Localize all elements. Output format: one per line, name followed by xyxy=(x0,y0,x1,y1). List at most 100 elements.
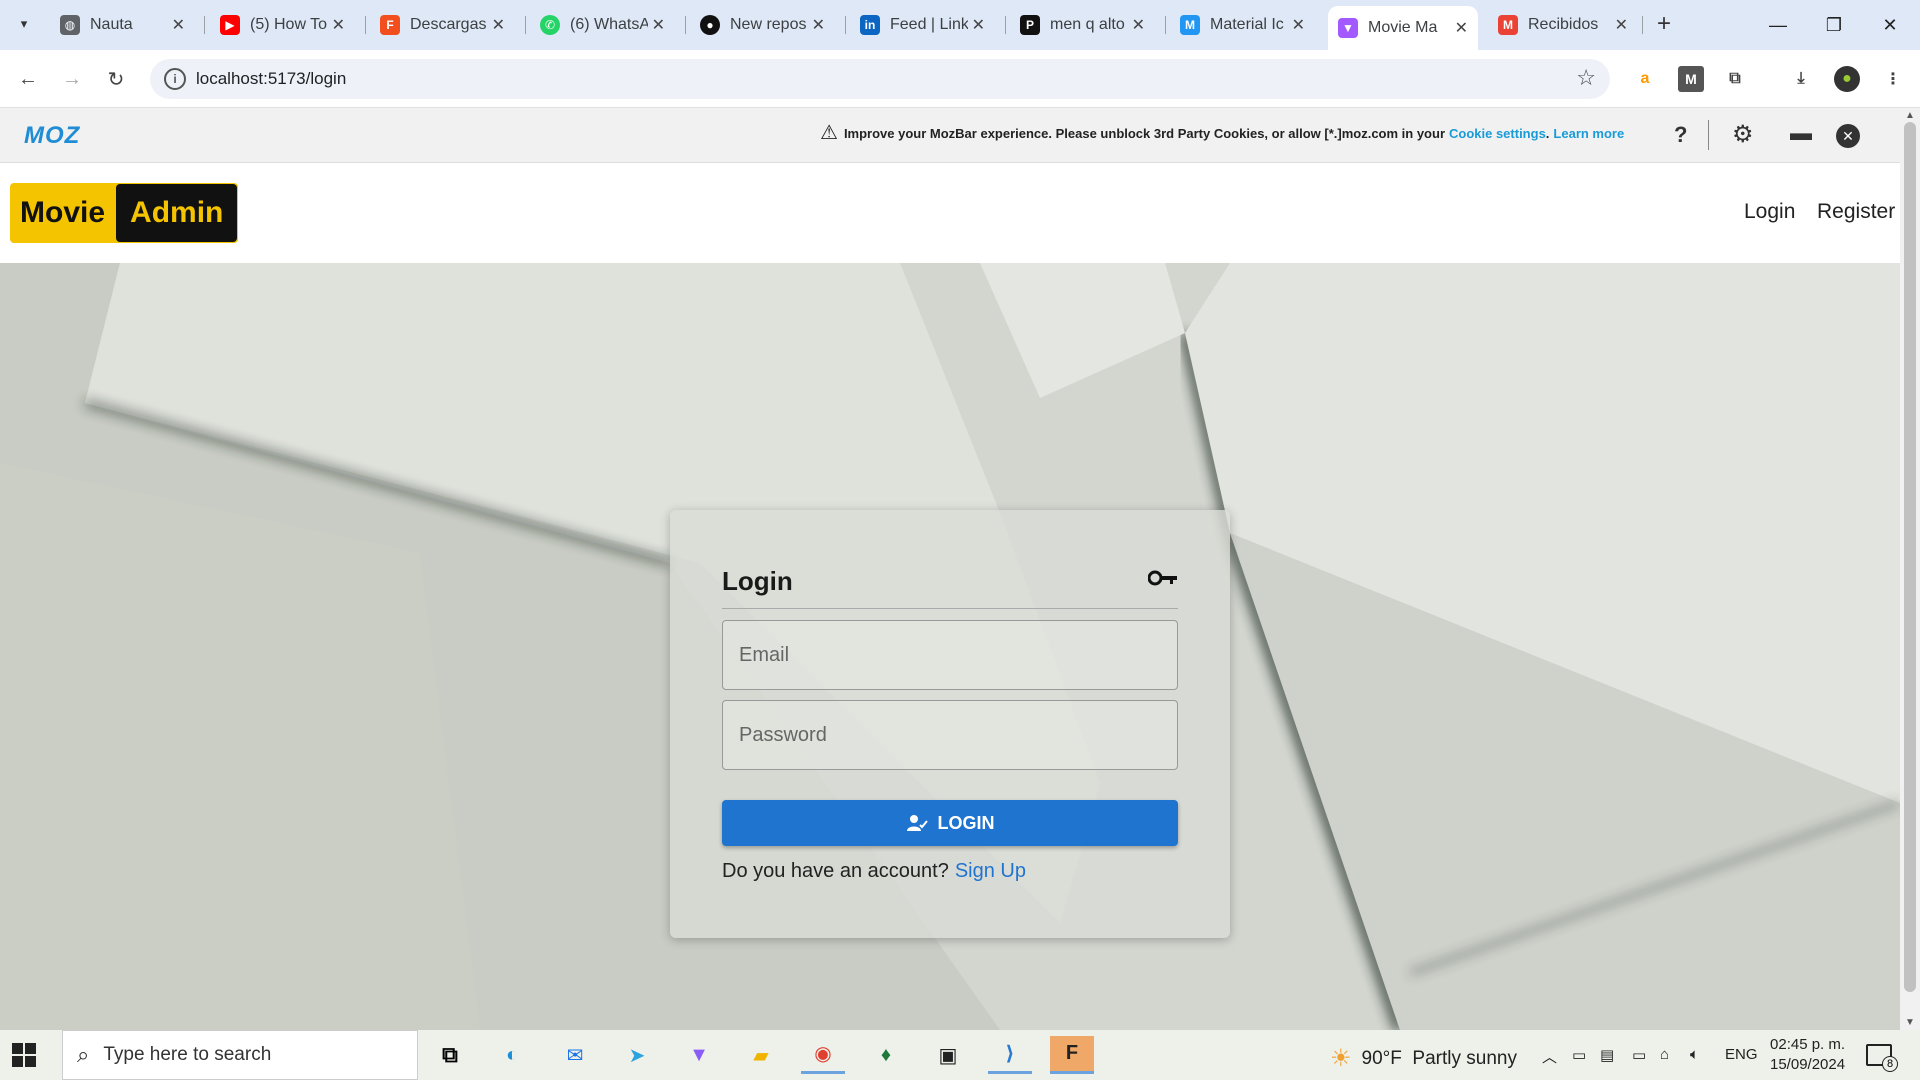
volume-icon[interactable]: 🔈︎ xyxy=(1690,1046,1699,1063)
password-input[interactable] xyxy=(723,701,1177,769)
amazon-extension-icon[interactable]: a xyxy=(1632,66,1658,92)
search-icon: ⌕ xyxy=(77,1042,90,1067)
warning-icon: ⚠ xyxy=(820,122,838,144)
mail-icon[interactable]: ✉ xyxy=(553,1036,597,1074)
email-input[interactable] xyxy=(723,621,1177,689)
tab-youtube[interactable]: ▶ (5) How To ✕ xyxy=(210,8,355,42)
logo-text-admin: Admin xyxy=(116,184,238,242)
address-bar[interactable]: i localhost:5173/login ☆ xyxy=(150,59,1610,99)
reload-button[interactable]: ↻ xyxy=(102,65,130,93)
vite-icon: ▼ xyxy=(1338,18,1358,38)
language-indicator[interactable]: ENG xyxy=(1725,1046,1758,1063)
nav-login-link[interactable]: Login xyxy=(1744,200,1795,224)
signup-link[interactable]: Sign Up xyxy=(955,860,1026,882)
tab-whatsapp[interactable]: ✆ (6) WhatsA ✕ xyxy=(530,8,675,42)
close-icon[interactable]: ✕ xyxy=(1611,15,1628,35)
moz-extension-icon[interactable]: M xyxy=(1678,66,1704,92)
bookmark-star-icon[interactable]: ☆ xyxy=(1576,65,1596,91)
taskbar-search-placeholder: Type here to search xyxy=(103,1044,272,1065)
close-icon[interactable]: ✕ xyxy=(968,15,985,35)
task-view-icon[interactable]: ⧉ xyxy=(428,1036,472,1074)
partly-sunny-icon: ☀ xyxy=(1330,1045,1352,1072)
tab-search-button[interactable]: ▾ xyxy=(10,10,38,38)
chevron-up-icon[interactable]: ︿ xyxy=(1542,1046,1557,1067)
cookie-settings-link[interactable]: Cookie settings xyxy=(1449,126,1546,141)
tab-figma[interactable]: F Descargas ✕ xyxy=(370,8,515,42)
logo-text-movie: Movie xyxy=(20,196,106,229)
page-scrollbar[interactable]: ▲ ▼ xyxy=(1900,108,1920,1030)
close-icon[interactable]: ✕ xyxy=(488,15,505,35)
edge-icon[interactable]: ◐ xyxy=(490,1036,534,1074)
close-icon[interactable]: ✕ xyxy=(1451,18,1468,38)
battery-icon[interactable]: ▭ xyxy=(1632,1046,1646,1064)
new-tab-button[interactable]: + xyxy=(1650,10,1678,38)
close-icon[interactable]: ✕ xyxy=(1128,15,1145,35)
vite-icon[interactable]: ▼ xyxy=(677,1036,721,1074)
login-title: Login xyxy=(722,566,793,596)
close-icon[interactable]: ✕ xyxy=(648,15,665,35)
tab-movie-admin[interactable]: ▼ Movie Ma ✕ xyxy=(1328,6,1478,50)
tab-github[interactable]: ● New repos ✕ xyxy=(690,8,835,42)
forward-button[interactable]: → xyxy=(58,65,86,93)
mozbar-message-text: Improve your MozBar experience. Please u… xyxy=(843,126,1445,141)
tab-gmail[interactable]: M Recibidos ✕ xyxy=(1488,8,1638,42)
youtube-icon: ▶ xyxy=(220,15,240,35)
close-icon[interactable]: ✕ xyxy=(808,15,825,35)
tab-linkedin[interactable]: in Feed | Link ✕ xyxy=(850,8,995,42)
email-field[interactable] xyxy=(722,620,1178,690)
url-text[interactable]: localhost:5173/login xyxy=(196,69,346,89)
tab-material-icons[interactable]: M Material Ic ✕ xyxy=(1170,8,1315,42)
scrollbar-thumb[interactable] xyxy=(1904,122,1916,992)
terminal-icon[interactable]: ▣ xyxy=(926,1036,970,1074)
telegram-icon[interactable]: ➤ xyxy=(615,1036,659,1074)
scroll-down-arrow[interactable]: ▼ xyxy=(1905,1017,1915,1028)
browser-toolbar: ← → ↻ i localhost:5173/login ☆ a M ⧉ ⤓ ●… xyxy=(0,50,1920,108)
tab-title: Recibidos xyxy=(1528,16,1599,33)
collapse-bar-icon[interactable]: ▬ xyxy=(1790,120,1812,146)
profile-avatar[interactable]: ● xyxy=(1834,66,1860,92)
help-icon[interactable]: ? xyxy=(1674,122,1687,148)
scroll-up-arrow[interactable]: ▲ xyxy=(1905,110,1915,121)
close-icon[interactable]: ✕ xyxy=(1288,15,1305,35)
gear-icon[interactable]: ⚙ xyxy=(1732,120,1754,149)
windows-taskbar: ⌕ Type here to search ⧉ ◐ ✉ ➤ ▼ ▰ ◉ ♦ ▣ … xyxy=(0,1030,1920,1080)
download-icon[interactable]: ⤓ xyxy=(1788,66,1814,92)
tab-title: (5) How To xyxy=(250,16,328,33)
taskbar-search-box[interactable]: ⌕ Type here to search xyxy=(62,1030,418,1080)
material-icon: M xyxy=(1180,15,1200,35)
login-button-label: LOGIN xyxy=(937,812,995,833)
app-logo[interactable]: Movie Admin xyxy=(10,183,239,243)
restore-button[interactable]: ❐ xyxy=(1806,0,1862,50)
meet-now-icon[interactable]: ▭ xyxy=(1572,1046,1586,1064)
back-button[interactable]: ← xyxy=(14,65,42,93)
close-icon[interactable]: ✕ xyxy=(328,15,345,35)
tab-pinterest[interactable]: P men q alto ✕ xyxy=(1010,8,1155,42)
mongodb-icon[interactable]: ♦ xyxy=(864,1036,908,1074)
vscode-icon[interactable]: ⟩ xyxy=(988,1036,1032,1074)
tab-nauta[interactable]: ◍ Nauta ✕ xyxy=(50,8,195,42)
weather-widget[interactable]: ☀ 90°F Partly sunny xyxy=(1330,1044,1517,1073)
figma-icon[interactable]: F xyxy=(1050,1036,1094,1074)
chrome-icon[interactable]: ◉ xyxy=(801,1036,845,1074)
file-explorer-icon[interactable]: ▰ xyxy=(739,1036,783,1074)
extensions-puzzle-icon[interactable]: ⧉ xyxy=(1722,66,1748,92)
moz-logo[interactable]: MOZ xyxy=(24,122,80,150)
close-icon[interactable]: ✕ xyxy=(168,15,185,35)
minimize-button[interactable]: — xyxy=(1750,0,1806,50)
tab-title: Nauta xyxy=(90,16,133,33)
learn-more-link[interactable]: Learn more xyxy=(1553,126,1624,141)
pinterest-icon: P xyxy=(1020,15,1040,35)
browser-menu-icon[interactable]: ⋮ xyxy=(1880,66,1906,92)
network-icon[interactable]: ⌂ xyxy=(1660,1046,1669,1063)
close-window-button[interactable]: ✕ xyxy=(1862,0,1918,50)
password-field[interactable] xyxy=(722,700,1178,770)
network-share-icon[interactable]: ▤ xyxy=(1600,1046,1614,1064)
notification-icon[interactable]: 8 xyxy=(1866,1044,1898,1072)
login-button[interactable]: LOGIN xyxy=(722,800,1178,846)
site-info-icon[interactable]: i xyxy=(164,68,186,90)
clock-date: 15/09/2024 xyxy=(1770,1056,1846,1073)
close-icon[interactable]: ✕ xyxy=(1836,124,1860,148)
clock[interactable]: 02:45 p. m. 15/09/2024 xyxy=(1770,1035,1845,1075)
nav-register-link[interactable]: Register xyxy=(1817,200,1895,224)
windows-start-icon[interactable] xyxy=(12,1043,36,1067)
